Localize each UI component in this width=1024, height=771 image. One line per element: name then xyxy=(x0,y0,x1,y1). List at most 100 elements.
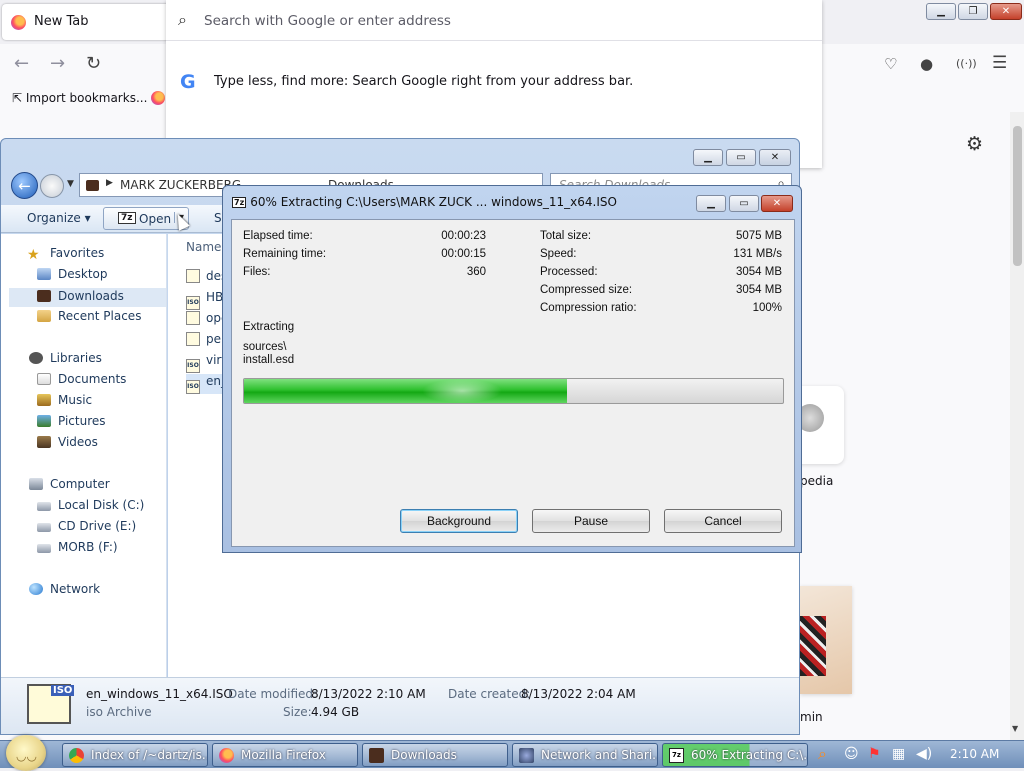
minimize-button[interactable]: ▁ xyxy=(926,3,956,20)
volume-icon[interactable]: ◀) xyxy=(916,746,932,762)
downloads-icon xyxy=(37,290,51,302)
cd-drive-icon xyxy=(37,523,51,532)
nav-cd-drive[interactable]: CD Drive (E:) xyxy=(37,519,136,533)
compressed-size-value: 3054 MB xyxy=(735,284,782,296)
nav-libraries[interactable]: Libraries xyxy=(29,351,102,365)
search-icon[interactable]: ⌕ xyxy=(818,744,827,764)
minimize-button[interactable]: ▁ xyxy=(693,149,723,166)
nav-local-disk[interactable]: Local Disk (C:) xyxy=(37,498,144,512)
current-path: sources\ xyxy=(243,341,287,353)
extensions-icon[interactable]: ((·)) xyxy=(956,57,977,70)
iso-file-icon: ISO xyxy=(186,359,200,373)
story-card-image[interactable] xyxy=(800,586,852,694)
taskbar: ◡◡ Index of /~dartz/is... Mozilla Firefo… xyxy=(0,735,1024,771)
music-icon xyxy=(37,394,51,406)
nav-downloads[interactable]: Downloads xyxy=(9,288,166,307)
details-size-label: Size: xyxy=(283,705,312,719)
taskbar-label: 60% Extracting C:\... xyxy=(691,748,808,762)
nav-desktop[interactable]: Desktop xyxy=(37,267,108,281)
pocket-icon[interactable]: ♡ xyxy=(884,55,897,73)
file-name: HB xyxy=(206,290,224,304)
network-tray-icon[interactable]: ▦ xyxy=(892,746,905,762)
emoji-icon[interactable]: ☺ xyxy=(844,746,859,762)
close-button[interactable]: ✕ xyxy=(761,195,793,212)
nav-music[interactable]: Music xyxy=(37,393,92,407)
maximize-button[interactable]: ▭ xyxy=(729,195,759,212)
nav-network[interactable]: Network xyxy=(29,582,100,596)
reload-icon[interactable]: ↻ xyxy=(86,53,101,74)
iso-file-icon: ISO xyxy=(186,380,200,394)
pause-button[interactable]: Pause xyxy=(532,509,650,533)
taskbar-label: Network and Shari... xyxy=(541,748,658,762)
minimize-button[interactable]: ▁ xyxy=(696,195,726,212)
back-icon[interactable]: ← xyxy=(14,53,29,74)
nav-videos[interactable]: Videos xyxy=(37,435,98,449)
folder-icon xyxy=(369,748,384,763)
file-icon xyxy=(186,311,200,325)
divider xyxy=(166,40,822,41)
iso-file-icon: ISO xyxy=(27,684,75,724)
nav-pictures[interactable]: Pictures xyxy=(37,414,106,428)
forward-button[interactable] xyxy=(40,174,64,198)
import-bookmarks-label: Import bookmarks... xyxy=(25,91,148,105)
open-label: Open xyxy=(139,212,172,226)
nav-label: Computer xyxy=(50,477,110,491)
nav-label: Pictures xyxy=(58,414,106,428)
nav-label: MORB (F:) xyxy=(58,540,118,554)
nav-documents[interactable]: Documents xyxy=(37,372,126,386)
start-button[interactable]: ◡◡ xyxy=(6,735,46,771)
column-header-name[interactable]: Name xyxy=(186,240,221,254)
taskbar-item-chrome[interactable]: Index of /~dartz/is... xyxy=(62,743,208,767)
back-button[interactable]: ← xyxy=(11,172,38,199)
nav-computer[interactable]: Computer xyxy=(29,477,110,491)
pictures-icon xyxy=(37,415,51,427)
chrome-icon xyxy=(69,748,84,763)
background-button[interactable]: Background xyxy=(400,509,518,533)
shortcut-label: pedia xyxy=(800,474,834,488)
taskbar-item-downloads[interactable]: Downloads xyxy=(362,743,508,767)
taskbar-item-network[interactable]: Network and Shari... xyxy=(512,743,658,767)
menu-icon[interactable]: ☰ xyxy=(992,53,1007,73)
documents-icon xyxy=(37,373,51,385)
address-input[interactable] xyxy=(204,11,704,31)
story-image xyxy=(800,616,826,676)
desktop-icon xyxy=(37,268,51,280)
forward-icon[interactable]: → xyxy=(50,53,65,74)
scroll-down-icon[interactable]: ▼ xyxy=(1012,724,1018,733)
libraries-icon xyxy=(29,352,43,364)
organize-button[interactable]: Organize ▾ xyxy=(27,211,91,225)
account-icon[interactable]: ● xyxy=(920,55,933,73)
nav-morb[interactable]: MORB (F:) xyxy=(37,540,118,554)
breadcrumb-arrow-icon[interactable]: ▶ xyxy=(106,178,113,188)
action-center-flag-icon[interactable]: ⚑ xyxy=(868,746,881,762)
processed-label: Processed: xyxy=(540,266,598,278)
recent-pages-dropdown[interactable]: ▼ xyxy=(67,179,74,189)
story-label: min xyxy=(800,710,823,724)
nav-label: Music xyxy=(58,393,93,407)
cancel-button[interactable]: Cancel xyxy=(664,509,782,533)
scroll-thumb[interactable] xyxy=(1013,126,1022,266)
network-icon xyxy=(519,748,534,763)
dialog-title-text: 60% Extracting C:\Users\MARK ZUCK ... wi… xyxy=(250,195,617,209)
hard-disk-icon xyxy=(37,502,51,511)
close-button[interactable]: ✕ xyxy=(990,3,1022,20)
remaining-value: 00:00:15 xyxy=(441,248,486,260)
clock[interactable]: 2:10 AM xyxy=(950,747,999,761)
restore-button[interactable]: ❐ xyxy=(958,3,988,20)
usb-drive-icon xyxy=(37,544,51,553)
gear-icon[interactable]: ⚙ xyxy=(966,133,983,155)
import-bookmarks-link[interactable]: ⇱ Import bookmarks... xyxy=(12,91,147,105)
taskbar-item-firefox[interactable]: Mozilla Firefox xyxy=(212,743,358,767)
firefox-bookmark-icon[interactable] xyxy=(151,91,165,105)
maximize-button[interactable]: ▭ xyxy=(726,149,756,166)
nav-label: Recent Places xyxy=(58,309,142,323)
close-button[interactable]: ✕ xyxy=(759,149,791,166)
remaining-label: Remaining time: xyxy=(243,248,327,260)
page-scrollbar[interactable]: ▼ xyxy=(1010,112,1024,740)
taskbar-item-7zip[interactable]: 7z 60% Extracting C:\... xyxy=(662,743,808,767)
details-modified-label: Date modified: xyxy=(228,687,318,701)
nav-recent-places[interactable]: Recent Places xyxy=(37,309,141,323)
taskbar-label: Downloads xyxy=(391,748,457,762)
compression-ratio-label: Compression ratio: xyxy=(540,302,637,314)
nav-favorites[interactable]: ★ Favorites xyxy=(27,246,104,263)
